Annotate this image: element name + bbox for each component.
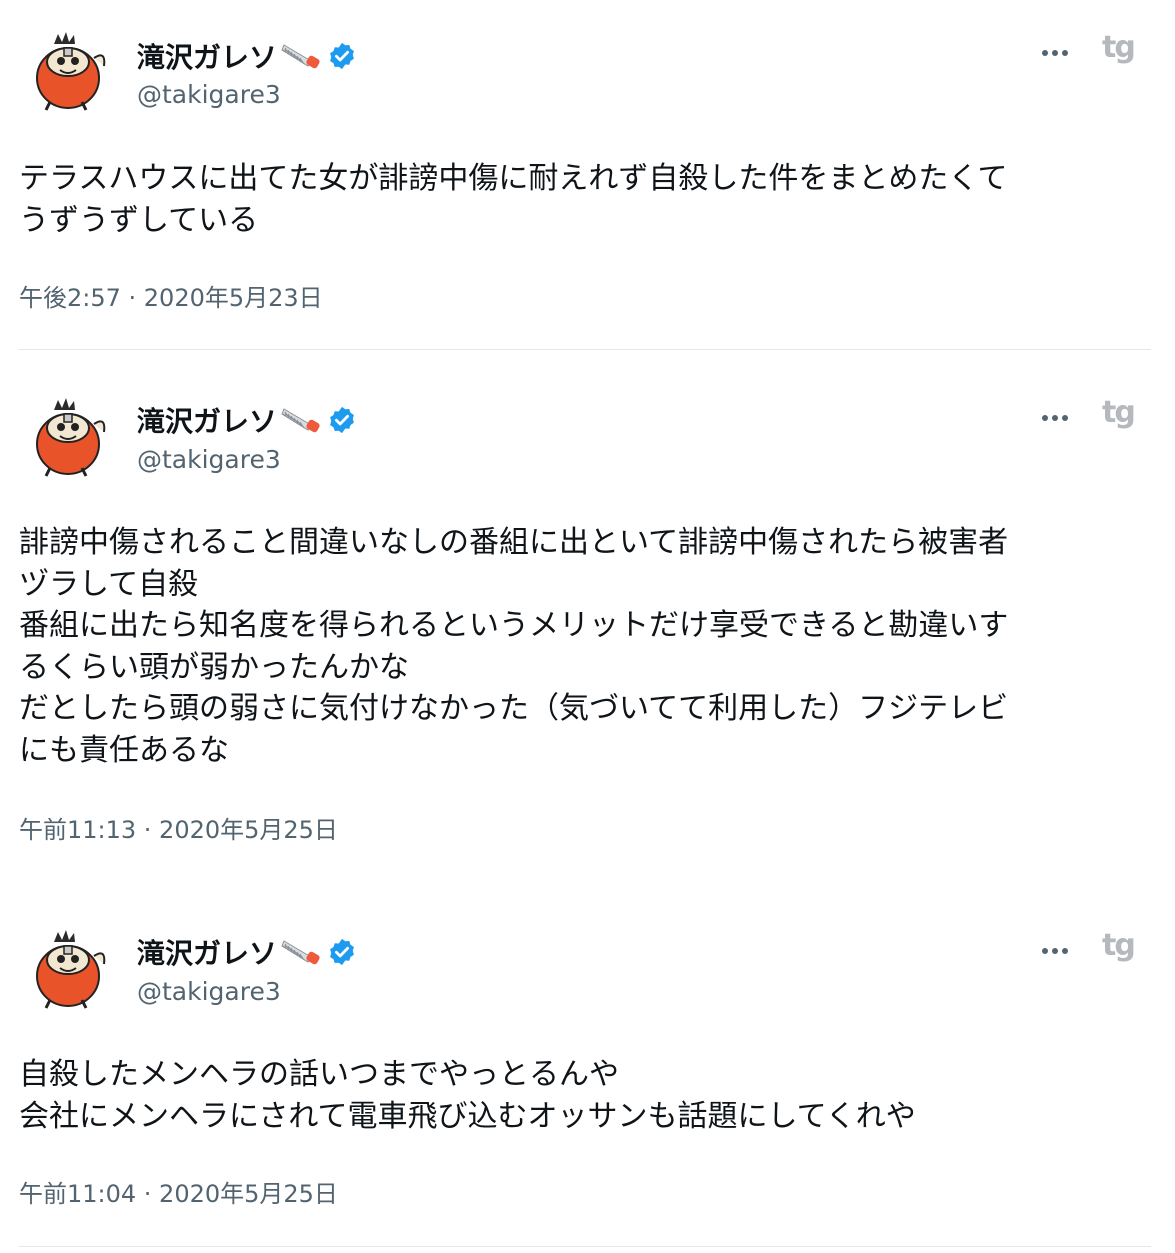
more-options-icon[interactable] — [1042, 944, 1076, 958]
tg-watermark: tg — [1102, 928, 1136, 963]
tweet-3[interactable]: 滝沢ガレソ @takigare3 tg 自殺したメンヘラの話いつまでやっとるんや… — [0, 0, 1175, 1253]
tweet-timestamp[interactable]: 午前11:04 · 2020年5月25日 — [19, 1174, 338, 1209]
divider — [19, 1246, 1151, 1247]
saw-emoji-icon — [281, 940, 320, 965]
avatar[interactable] — [24, 928, 110, 1014]
tweet-text: 自殺したメンヘラの話いつまでやっとるんや 会社にメンヘラにされて電車飛び込むオッ… — [19, 1057, 916, 1134]
author-handle[interactable]: @takigare3 — [137, 977, 281, 1006]
verified-badge-icon — [330, 938, 354, 966]
author-name[interactable]: 滝沢ガレソ — [137, 932, 277, 972]
